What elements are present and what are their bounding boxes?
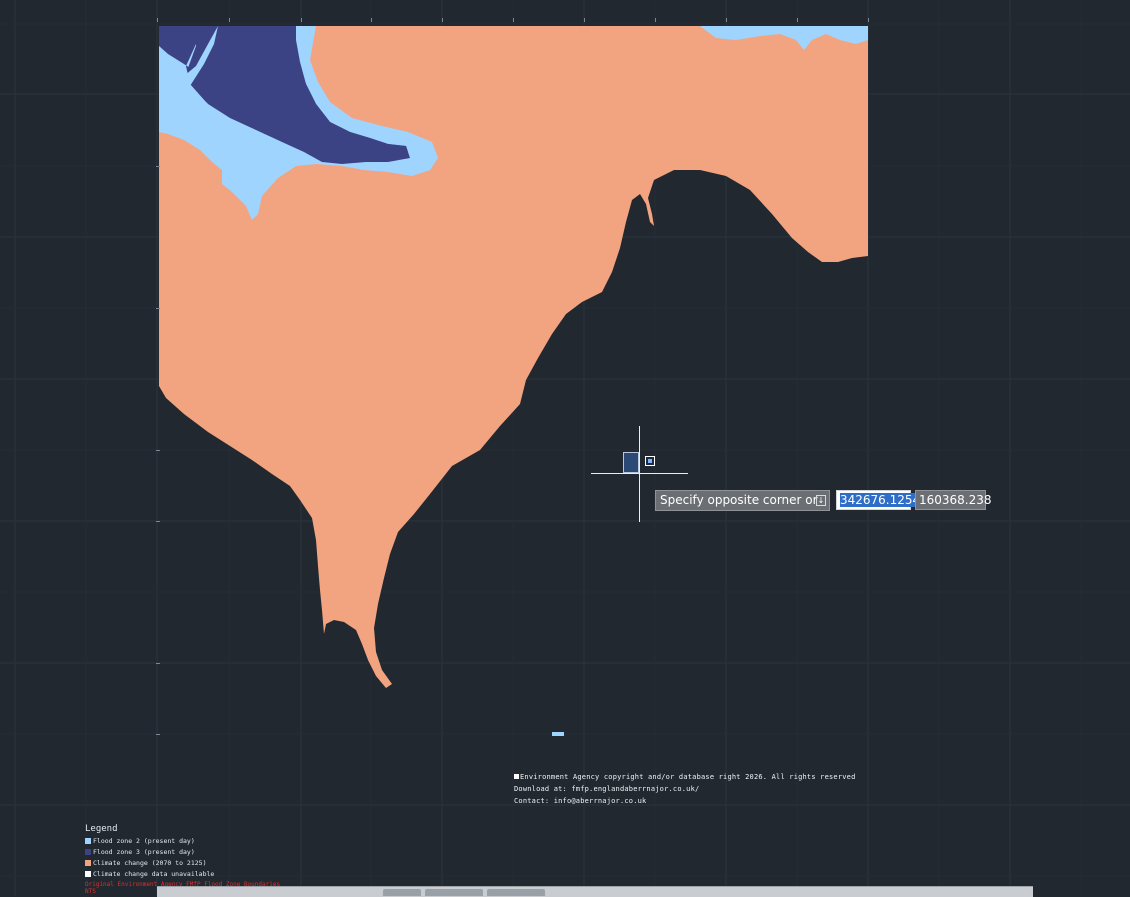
layout-tab[interactable] — [425, 889, 483, 896]
drawing-canvas[interactable]: Specify opposite corner or ↓ 342676.1254… — [0, 0, 1130, 897]
ruler-tick — [726, 18, 727, 22]
legend-item-climate-change: Climate change (2070 to 2125) — [85, 859, 207, 867]
y-coordinate-value: 160368.238 — [919, 493, 992, 507]
ruler-tick — [797, 18, 798, 22]
layout-tab[interactable] — [383, 889, 421, 896]
ruler-tick — [655, 18, 656, 22]
ruler-tick — [157, 18, 158, 22]
selection-window — [623, 452, 639, 473]
ruler-tick — [301, 18, 302, 22]
ruler-tick — [156, 450, 160, 451]
legend-item-label: Climate change data unavailable — [93, 870, 215, 878]
download-note: Download at: fmfp.englandaberrnajor.co.u… — [514, 785, 700, 793]
legend-item-label: Flood zone 3 (present day) — [93, 848, 195, 856]
ruler-tick — [868, 18, 869, 22]
flood-map — [159, 26, 868, 736]
x-coordinate-value: 342676.1254 — [840, 493, 921, 507]
data-unavailable-swatch — [85, 871, 91, 877]
flood-zone-3-swatch — [85, 849, 91, 855]
ruler-tick — [371, 18, 372, 22]
ruler-tick — [442, 18, 443, 22]
ruler-tick — [156, 663, 160, 664]
climate-change-swatch — [85, 860, 91, 866]
legend-item-label: Flood zone 2 (present day) — [93, 837, 195, 845]
ruler-tick — [156, 521, 160, 522]
ruler-tick — [156, 166, 160, 167]
y-coordinate-input[interactable]: 160368.238 — [915, 490, 992, 510]
crosshair-vertical — [639, 426, 640, 522]
legend-item-flood-zone-2: Flood zone 2 (present day) — [85, 837, 195, 845]
snap-marker-icon — [645, 456, 655, 466]
flood-zone-2-swatch — [85, 838, 91, 844]
legend-note-nts: NTS — [85, 888, 96, 895]
legend-item-data-unavailable: Climate change data unavailable — [85, 870, 214, 878]
copyright-text: Environment Agency copyright and/or data… — [520, 773, 856, 781]
ruler-tick — [156, 734, 160, 735]
dynamic-input-prompt: Specify opposite corner or ↓ — [655, 490, 830, 511]
contact-note: Contact: info@aberrnajor.co.uk — [514, 797, 647, 805]
legend-title: Legend — [85, 824, 118, 834]
copyright-icon — [514, 774, 519, 779]
legend-item-flood-zone-3: Flood zone 3 (present day) — [85, 848, 195, 856]
ruler-tick — [156, 308, 160, 309]
small-flood-patch — [552, 732, 564, 736]
legend-item-label: Climate change (2070 to 2125) — [93, 859, 207, 867]
x-coordinate-input[interactable]: 342676.1254 — [836, 490, 921, 510]
dynamic-input-prompt-text: Specify opposite corner or — [660, 493, 818, 507]
ruler-tick — [513, 18, 514, 22]
down-arrow-icon[interactable]: ↓ — [816, 495, 826, 506]
layout-tab-bar — [157, 886, 1033, 897]
ruler-tick — [584, 18, 585, 22]
copyright-note: Environment Agency copyright and/or data… — [514, 773, 856, 781]
layout-tab[interactable] — [487, 889, 545, 896]
ruler-tick — [229, 18, 230, 22]
